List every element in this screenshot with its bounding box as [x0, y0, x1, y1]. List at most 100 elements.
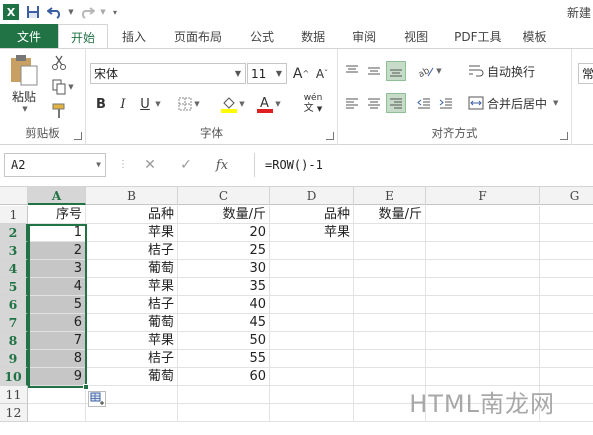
cell-b2[interactable]: 苹果 [86, 224, 178, 242]
cell-c9[interactable]: 55 [178, 350, 270, 368]
tab-view[interactable]: 视图 [390, 24, 442, 48]
cell-e8[interactable] [354, 332, 426, 350]
auto-fill-options-button[interactable] [88, 391, 106, 407]
align-right-button[interactable] [386, 93, 406, 113]
cell-b8[interactable]: 苹果 [86, 332, 178, 350]
cell-g3[interactable] [540, 242, 593, 260]
increase-indent-button[interactable] [436, 93, 456, 113]
tab-page-layout[interactable]: 页面布局 [160, 24, 236, 48]
cell-f1[interactable] [426, 206, 540, 224]
cell-g9[interactable] [540, 350, 593, 368]
cell-f8[interactable] [426, 332, 540, 350]
tab-insert[interactable]: 插入 [108, 24, 160, 48]
cell-a5[interactable]: 4 [28, 278, 86, 296]
enter-icon[interactable]: ✓ [168, 157, 204, 173]
cell-b9[interactable]: 桔子 [86, 350, 178, 368]
align-bottom-button[interactable] [386, 61, 406, 81]
underline-button[interactable]: U [136, 93, 154, 115]
undo-dropdown-icon[interactable]: ▼ [66, 1, 76, 23]
column-header-c[interactable]: C [178, 187, 270, 205]
align-middle-button[interactable] [364, 61, 384, 81]
phonetic-button[interactable]: wén 文 ▼ [296, 93, 330, 115]
tab-formulas[interactable]: 公式 [236, 24, 288, 48]
cell-a10[interactable]: 9 [28, 368, 86, 386]
cell-c4[interactable]: 30 [178, 260, 270, 278]
cell-e3[interactable] [354, 242, 426, 260]
cell-b4[interactable]: 葡萄 [86, 260, 178, 278]
borders-button[interactable]: ▼ [176, 93, 202, 115]
alignment-launcher-icon[interactable] [560, 132, 568, 140]
cell-a7[interactable]: 6 [28, 314, 86, 332]
cell-g6[interactable] [540, 296, 593, 314]
insert-function-icon[interactable]: fx [204, 158, 240, 173]
cell-e6[interactable] [354, 296, 426, 314]
paste-button[interactable]: 粘贴 ▼ [4, 53, 44, 113]
cell-f7[interactable] [426, 314, 540, 332]
column-header-b[interactable]: B [86, 187, 178, 205]
cell-b7[interactable]: 葡萄 [86, 314, 178, 332]
fill-handle[interactable] [83, 384, 89, 390]
bold-button[interactable]: B [92, 93, 110, 115]
decrease-indent-button[interactable] [414, 93, 434, 113]
cell-b1[interactable]: 品种 [86, 206, 178, 224]
cell-c6[interactable]: 40 [178, 296, 270, 314]
row-header-4[interactable]: 4 [0, 260, 28, 278]
column-header-a[interactable]: A [28, 187, 86, 205]
cell-a6[interactable]: 5 [28, 296, 86, 314]
number-format-combo[interactable]: 常 [578, 63, 593, 84]
cell-e2[interactable] [354, 224, 426, 242]
cell-d1[interactable]: 品种 [270, 206, 354, 224]
cell-d12[interactable] [270, 404, 354, 422]
cell-e5[interactable] [354, 278, 426, 296]
decrease-font-button[interactable]: Aˇ [312, 63, 332, 84]
column-header-d[interactable]: D [270, 187, 354, 205]
cell-c8[interactable]: 50 [178, 332, 270, 350]
cell-c10[interactable]: 60 [178, 368, 270, 386]
increase-font-button[interactable]: A ^ [291, 63, 311, 84]
cell-d2[interactable]: 苹果 [270, 224, 354, 242]
save-icon[interactable] [22, 1, 44, 23]
undo-icon[interactable] [44, 1, 66, 23]
cell-d9[interactable] [270, 350, 354, 368]
redo-icon[interactable] [76, 1, 98, 23]
name-box[interactable]: A2 ▼ [4, 153, 106, 177]
cell-e1[interactable]: 数量/斤 [354, 206, 426, 224]
cell-a9[interactable]: 8 [28, 350, 86, 368]
underline-dropdown-icon[interactable]: ▼ [154, 93, 162, 115]
tab-home[interactable]: 开始 [58, 24, 109, 49]
cell-c11[interactable] [178, 386, 270, 404]
row-header-12[interactable]: 12 [0, 404, 28, 422]
font-name-combo[interactable]: 宋体 ▼ [90, 63, 246, 84]
row-header-8[interactable]: 8 [0, 332, 28, 350]
customize-toolbar-icon[interactable]: ▾ [108, 1, 122, 23]
tab-data[interactable]: 数据 [288, 24, 338, 48]
cell-c7[interactable]: 45 [178, 314, 270, 332]
cell-f5[interactable] [426, 278, 540, 296]
cell-g7[interactable] [540, 314, 593, 332]
cell-a3[interactable]: 2 [28, 242, 86, 260]
cell-f3[interactable] [426, 242, 540, 260]
cell-b10[interactable]: 葡萄 [86, 368, 178, 386]
cut-button[interactable] [50, 53, 68, 73]
column-header-e[interactable]: E [354, 187, 426, 205]
merge-center-button[interactable]: 合并后居中 ▼ [468, 93, 566, 113]
clipboard-launcher-icon[interactable] [74, 132, 82, 140]
cell-e9[interactable] [354, 350, 426, 368]
cell-b6[interactable]: 桔子 [86, 296, 178, 314]
font-launcher-icon[interactable] [326, 132, 334, 140]
tab-templates[interactable]: 模板 [514, 24, 556, 48]
cell-f9[interactable] [426, 350, 540, 368]
format-painter-button[interactable] [50, 101, 68, 121]
row-header-1[interactable]: 1 [0, 206, 28, 224]
cell-c2[interactable]: 20 [178, 224, 270, 242]
cell-c12[interactable] [178, 404, 270, 422]
cell-g4[interactable] [540, 260, 593, 278]
cell-d7[interactable] [270, 314, 354, 332]
cell-g1[interactable] [540, 206, 593, 224]
cell-g2[interactable] [540, 224, 593, 242]
orientation-button[interactable]: ab ▼ [416, 61, 444, 81]
copy-button[interactable]: ▼ [50, 77, 76, 97]
redo-dropdown-icon[interactable]: ▼ [98, 1, 108, 23]
cell-a11[interactable] [28, 386, 86, 404]
cell-f6[interactable] [426, 296, 540, 314]
